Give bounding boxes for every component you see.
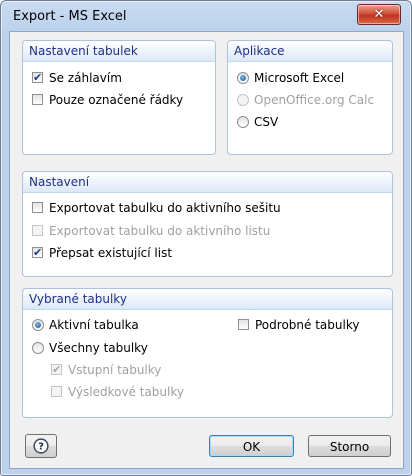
- all-tables-label: Všechny tabulky: [49, 341, 148, 355]
- application-header: Aplikace: [228, 41, 392, 62]
- csv-radio-button[interactable]: [237, 116, 249, 128]
- input-tables-check[interactable]: [51, 361, 62, 379]
- with-header-check[interactable]: [32, 69, 43, 87]
- application-group: Aplikace Microsoft Excel OpenOffice.org …: [227, 40, 393, 155]
- table-settings-group: Nastavení tabulek Se záhlavím Pouze ozna…: [22, 40, 216, 155]
- excel-radio-button[interactable]: [237, 72, 249, 84]
- table-settings-header: Nastavení tabulek: [23, 41, 215, 62]
- detailed-tables-check[interactable]: [238, 319, 249, 330]
- help-icon: ?: [33, 438, 49, 454]
- ok-button[interactable]: OK: [209, 435, 294, 457]
- active-table-label: Aktivní tabulka: [49, 318, 139, 332]
- dialog-client-area: Nastavení tabulek Se záhlavím Pouze ozna…: [9, 31, 404, 469]
- detailed-tables-label: Podrobné tabulky: [255, 318, 360, 332]
- export-to-workbook-label: Exportovat tabulku do aktivního sešitu: [49, 201, 281, 215]
- selected-tables-group: Vybrané tabulky Aktivní tabulka Všechny …: [22, 288, 393, 418]
- results-tables-check[interactable]: [51, 386, 62, 397]
- overwrite-sheet-label: Přepsat existující list: [49, 246, 173, 260]
- settings-group: Nastavení Exportovat tabulku do aktivníh…: [22, 171, 393, 277]
- cancel-button[interactable]: Storno: [308, 435, 391, 457]
- with-header-label: Se záhlavím: [49, 71, 122, 85]
- close-icon: ✕: [373, 7, 385, 22]
- all-tables-radio-button[interactable]: [32, 342, 44, 354]
- svg-text:?: ?: [38, 442, 44, 453]
- csv-label: CSV: [254, 115, 279, 129]
- active-table-radio-button[interactable]: [32, 319, 44, 331]
- openoffice-radio-button[interactable]: [237, 94, 249, 106]
- export-to-sheet-check[interactable]: [32, 225, 43, 236]
- input-tables-label: Vstupní tabulky: [68, 363, 162, 377]
- help-button[interactable]: ?: [25, 434, 57, 458]
- export-to-sheet-label: Exportovat tabulku do aktivního listu: [49, 224, 271, 238]
- excel-label: Microsoft Excel: [254, 71, 345, 85]
- export-dialog: Export - MS Excel ✕ Nastavení tabulek Se…: [0, 0, 412, 476]
- marked-rows-check[interactable]: [32, 94, 43, 105]
- openoffice-label: OpenOffice.org Calc: [254, 93, 375, 107]
- export-to-workbook-check[interactable]: [32, 202, 43, 213]
- overwrite-sheet-check[interactable]: [32, 244, 43, 262]
- window-title: Export - MS Excel: [13, 9, 127, 24]
- marked-rows-label: Pouze označené řádky: [49, 93, 184, 107]
- settings-header: Nastavení: [23, 172, 392, 193]
- selected-tables-header: Vybrané tabulky: [23, 289, 392, 310]
- close-button[interactable]: ✕: [357, 4, 401, 25]
- title-bar: Export - MS Excel ✕: [1, 1, 411, 31]
- results-tables-label: Výsledkové tabulky: [68, 385, 184, 399]
